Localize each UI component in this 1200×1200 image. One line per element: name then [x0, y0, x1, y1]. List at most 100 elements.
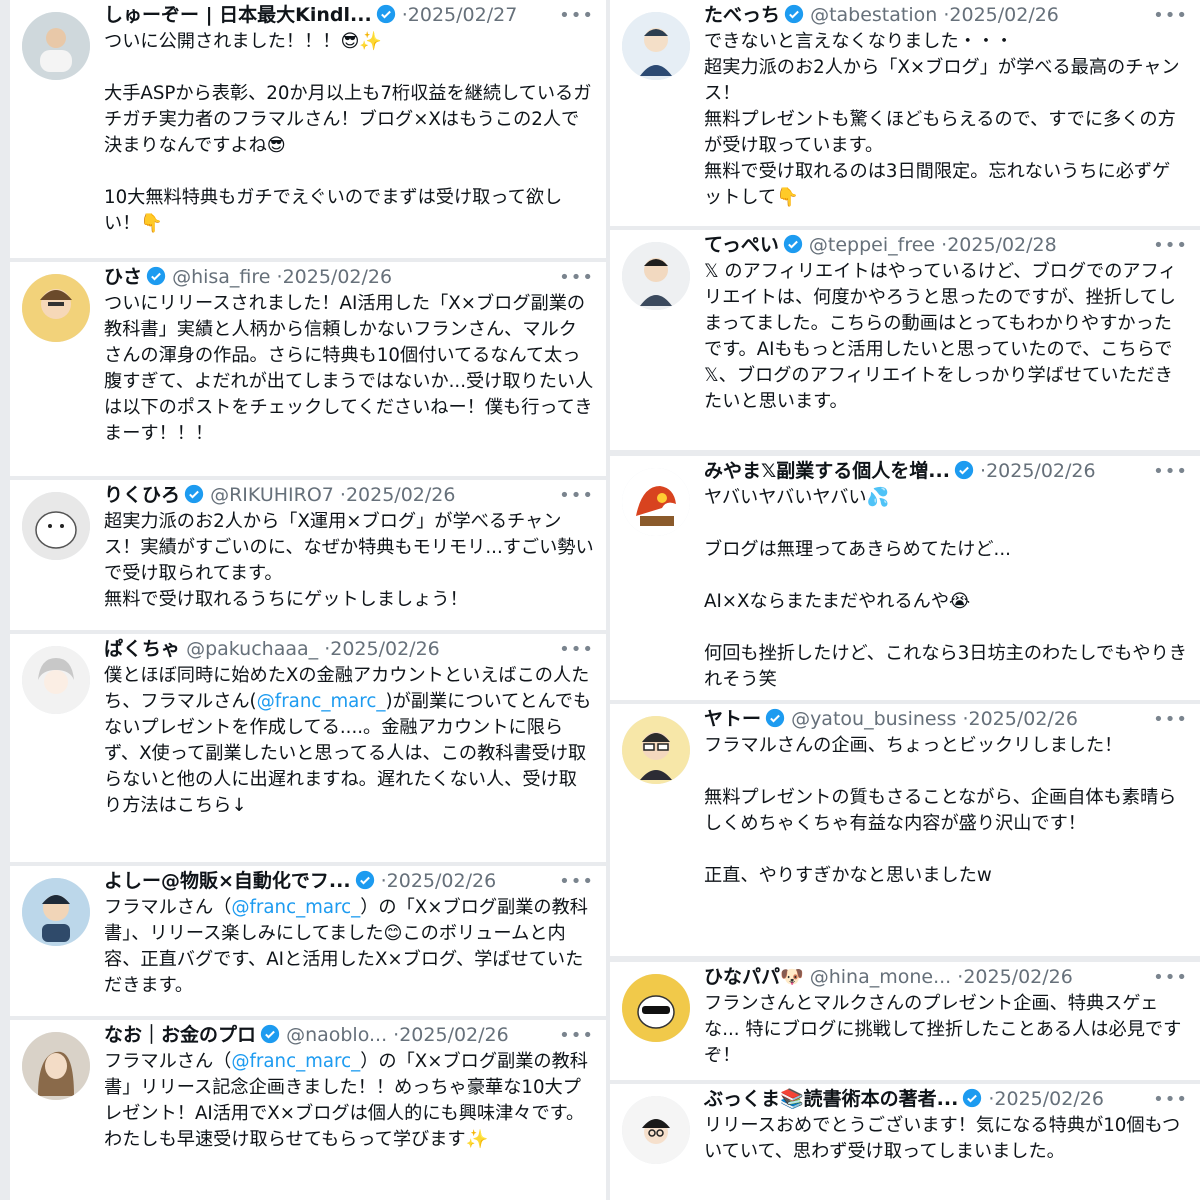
- avatar[interactable]: [22, 274, 90, 342]
- tweet-date[interactable]: 2025/02/26: [387, 870, 497, 892]
- verified-badge-icon: [784, 4, 804, 24]
- display-name[interactable]: ひなパパ🐶: [704, 966, 804, 988]
- display-name[interactable]: ぶっくま📚読書術本の著者...: [704, 1088, 958, 1110]
- mention-link[interactable]: @franc_marc_: [257, 691, 386, 712]
- tweet-card[interactable]: なお｜お金のプロ @naoblo... ·2025/02/26 ••• フラマル…: [10, 1020, 606, 1200]
- tweet-header: なお｜お金のプロ @naoblo... ·2025/02/26 •••: [104, 1022, 594, 1049]
- display-name[interactable]: たべっち: [704, 4, 780, 26]
- user-handle[interactable]: @hisa_fire: [172, 266, 270, 288]
- verified-badge-icon: [146, 266, 166, 286]
- verified-badge-icon: [184, 484, 204, 504]
- tweet-header: ぶっくま📚読書術本の著者... ·2025/02/26 •••: [704, 1086, 1188, 1113]
- more-options-icon[interactable]: •••: [559, 868, 594, 895]
- avatar[interactable]: [622, 242, 690, 310]
- tweet-text: フラマルさん（@franc_marc_）の「X×ブログ副業の教科書」、リリース楽…: [104, 895, 594, 999]
- display-name[interactable]: なお｜お金のプロ: [104, 1024, 256, 1046]
- verified-badge-icon: [355, 870, 375, 890]
- tweet-header: てっぺい @teppei_free ·2025/02/28 •••: [704, 232, 1188, 259]
- more-options-icon[interactable]: •••: [559, 636, 594, 663]
- mention-link[interactable]: @franc_marc_: [231, 1051, 360, 1072]
- tweet-header: ヤトー @yatou_business ·2025/02/26 •••: [704, 706, 1188, 733]
- avatar[interactable]: [22, 492, 90, 560]
- avatar[interactable]: [622, 468, 690, 536]
- tweet-header: よしー@物販×自動化でフ... ·2025/02/26 •••: [104, 868, 594, 895]
- avatar[interactable]: [22, 1032, 90, 1100]
- more-options-icon[interactable]: •••: [559, 2, 594, 29]
- tweet-card[interactable]: りくひろ @RIKUHIRO7 ·2025/02/26 ••• 超実力派のお2人…: [10, 480, 606, 630]
- tweet-text: できないと言えなくなりました・・・ 超実力派のお2人から「X×ブログ」が学べる最…: [704, 31, 1180, 208]
- more-options-icon[interactable]: •••: [559, 264, 594, 291]
- more-options-icon[interactable]: •••: [1153, 232, 1188, 259]
- tweet-card[interactable]: ヤトー @yatou_business ·2025/02/26 ••• フラマル…: [610, 704, 1200, 956]
- tweet-card[interactable]: よしー@物販×自動化でフ... ·2025/02/26 ••• フラマルさん（@…: [10, 866, 606, 1016]
- avatar[interactable]: [622, 12, 690, 80]
- more-options-icon[interactable]: •••: [1153, 2, 1188, 29]
- tweet-date[interactable]: 2025/02/26: [346, 484, 456, 506]
- user-handle[interactable]: @pakuchaaa_: [186, 638, 318, 660]
- display-name[interactable]: てっぺい: [704, 234, 779, 256]
- more-options-icon[interactable]: •••: [1153, 458, 1188, 485]
- tweet-card[interactable]: ひなパパ🐶 @hina_mone... ·2025/02/26 ••• フランさ…: [610, 962, 1200, 1080]
- tweet-card[interactable]: ぶっくま📚読書術本の著者... ·2025/02/26 ••• リリースおめでと…: [610, 1084, 1200, 1200]
- display-name[interactable]: ぱくちゃ: [104, 638, 180, 660]
- tweet-date[interactable]: 2025/02/28: [947, 234, 1057, 256]
- tweet-date[interactable]: 2025/02/26: [968, 708, 1078, 730]
- tweet-card[interactable]: ひさ @hisa_fire ·2025/02/26 ••• ついにリリースされま…: [10, 262, 606, 476]
- tweet-card[interactable]: みやま𝕏副業する個人を増... ·2025/02/26 ••• ヤバいヤバいヤバ…: [610, 456, 1200, 700]
- display-name[interactable]: ひさ: [104, 266, 142, 288]
- tweet-header: ぱくちゃ @pakuchaaa_ ·2025/02/26 •••: [104, 636, 594, 663]
- avatar[interactable]: [622, 716, 690, 784]
- more-options-icon[interactable]: •••: [559, 482, 594, 509]
- avatar[interactable]: [22, 12, 90, 80]
- tweet-header: りくひろ @RIKUHIRO7 ·2025/02/26 •••: [104, 482, 594, 509]
- tweet-text: ついにリリースされました！AI活用した「X×ブログ副業の教科書」実績と人柄から信…: [104, 293, 594, 444]
- tweet-date[interactable]: 2025/02/27: [408, 4, 518, 26]
- display-name[interactable]: しゅーぞー | 日本最大Kindl...: [104, 4, 372, 26]
- avatar[interactable]: [622, 1096, 690, 1164]
- tweet-date[interactable]: 2025/02/26: [949, 4, 1059, 26]
- display-name[interactable]: よしー@物販×自動化でフ...: [104, 870, 351, 892]
- tweet-header: みやま𝕏副業する個人を増... ·2025/02/26 •••: [704, 458, 1188, 485]
- display-name[interactable]: みやま𝕏副業する個人を増...: [704, 460, 950, 482]
- user-handle[interactable]: @teppei_free: [809, 234, 935, 256]
- tweet-date[interactable]: 2025/02/26: [330, 638, 440, 660]
- tweet-text: ヤバいヤバいヤバい💦 ブログは無理ってあきらめてたけど... AI×Xならまたま…: [704, 487, 1187, 690]
- user-handle[interactable]: @tabestation: [810, 4, 937, 26]
- avatar[interactable]: [622, 974, 690, 1042]
- avatar[interactable]: [22, 646, 90, 714]
- verified-badge-icon: [962, 1088, 982, 1108]
- tweet-card[interactable]: てっぺい @teppei_free ·2025/02/28 ••• 𝕏 のアフィ…: [610, 230, 1200, 450]
- display-name[interactable]: ヤトー: [704, 708, 761, 730]
- user-handle[interactable]: @yatou_business: [791, 708, 956, 730]
- user-handle[interactable]: @RIKUHIRO7: [210, 484, 334, 506]
- verified-badge-icon: [260, 1024, 280, 1044]
- tweet-text: リリースおめでとうございます！気になる特典が10個もついていて、思わず受け取って…: [704, 1115, 1181, 1162]
- tweet-date[interactable]: 2025/02/26: [399, 1024, 509, 1046]
- tweet-text: フランさんとマルクさんのプレゼント企画、特典スゲェな... 特にブログに挑戦して…: [704, 993, 1182, 1066]
- more-options-icon[interactable]: •••: [559, 1022, 594, 1049]
- tweet-text: ついに公開されました！！！😎✨ 大手ASPから表彰、20か月以上も7桁収益を継続…: [104, 31, 592, 234]
- tweet-date[interactable]: 2025/02/26: [994, 1088, 1104, 1110]
- more-options-icon[interactable]: •••: [1153, 1086, 1188, 1113]
- tweet-header: しゅーぞー | 日本最大Kindl... ·2025/02/27 •••: [104, 2, 594, 29]
- tweet-card[interactable]: たべっち @tabestation ·2025/02/26 ••• できないと言…: [610, 0, 1200, 226]
- tweet-date[interactable]: 2025/02/26: [986, 460, 1096, 482]
- more-options-icon[interactable]: •••: [1153, 706, 1188, 733]
- verified-badge-icon: [376, 4, 396, 24]
- tweet-header: ひさ @hisa_fire ·2025/02/26 •••: [104, 264, 594, 291]
- tweet-text: 超実力派のお2人から「X運用×ブログ」が学べるチャンス！実績がすごいのに、なぜか…: [104, 511, 594, 610]
- mention-link[interactable]: @franc_marc_: [231, 897, 360, 918]
- verified-badge-icon: [765, 708, 785, 728]
- user-handle[interactable]: @naoblo...: [286, 1024, 387, 1046]
- tweet-date[interactable]: 2025/02/26: [963, 966, 1073, 988]
- tweet-card[interactable]: しゅーぞー | 日本最大Kindl... ·2025/02/27 ••• ついに…: [10, 0, 606, 258]
- display-name[interactable]: りくひろ: [104, 484, 180, 506]
- tweet-card[interactable]: ぱくちゃ @pakuchaaa_ ·2025/02/26 ••• 僕とほぼ同時に…: [10, 634, 606, 862]
- tweet-text: フラマルさん（@franc_marc_）の「X×ブログ副業の教科書」リリース記念…: [104, 1049, 594, 1153]
- user-handle[interactable]: @hina_mone...: [810, 966, 952, 988]
- more-options-icon[interactable]: •••: [1153, 964, 1188, 991]
- tweet-text: 𝕏 のアフィリエイトはやっているけど、ブログでのアフィリエイトは、何度かやろうと…: [704, 261, 1177, 412]
- avatar[interactable]: [22, 878, 90, 946]
- tweet-date[interactable]: 2025/02/26: [283, 266, 393, 288]
- tweet-header: ひなパパ🐶 @hina_mone... ·2025/02/26 •••: [704, 964, 1188, 991]
